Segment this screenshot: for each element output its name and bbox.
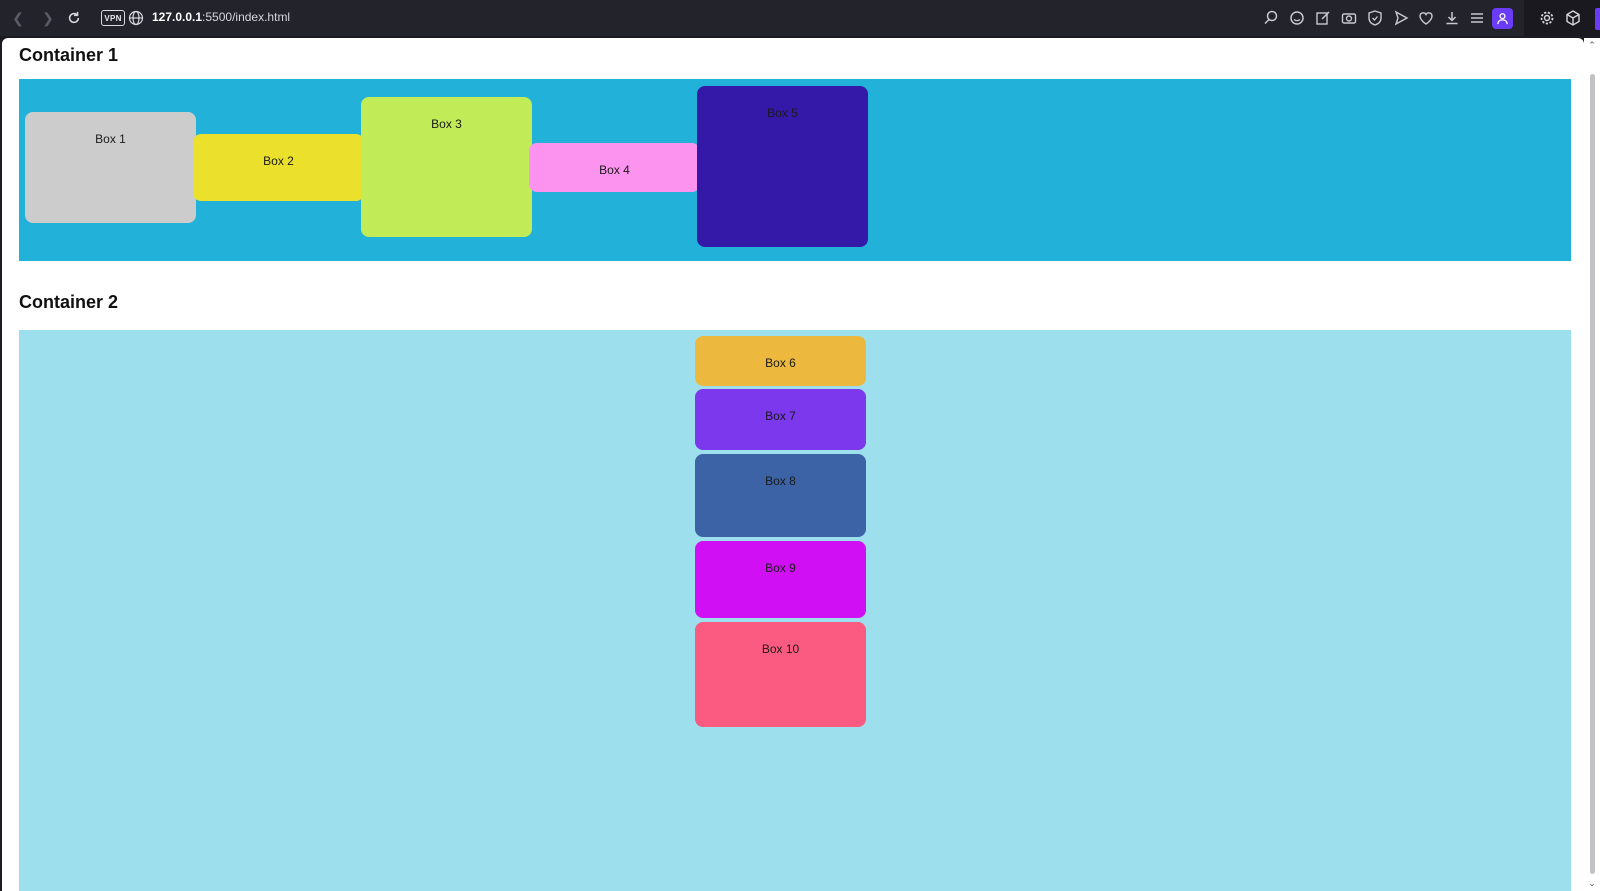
address-bar[interactable]: 127.0.0.1:5500/index.html [152, 10, 290, 24]
emoji-icon[interactable] [1288, 9, 1306, 27]
box-7: Box 7 [695, 389, 866, 450]
profile-icon [1497, 13, 1508, 25]
container2-title: Container 2 [19, 292, 119, 312]
extensions-panel [1524, 0, 1600, 36]
container1-title: Container 1 [19, 45, 119, 65]
box-4: Box 4 [529, 143, 700, 192]
cube-icon[interactable] [1564, 9, 1582, 27]
heart-icon[interactable] [1417, 9, 1435, 27]
container-1: Box 1 Box 2 Box 3 Box 4 Box 5 [19, 79, 1571, 261]
vertical-scrollbar[interactable]: ⌃ ⌄ [1584, 38, 1600, 891]
box-8: Box 8 [695, 454, 866, 537]
scroll-thumb[interactable] [1590, 74, 1595, 874]
forward-button[interactable]: ❯ [38, 8, 58, 28]
scroll-up-icon[interactable]: ⌃ [1587, 40, 1597, 50]
url-host: 127.0.0.1 [152, 10, 203, 24]
box-1: Box 1 [25, 112, 196, 223]
download-icon[interactable] [1443, 9, 1461, 27]
shield-icon[interactable] [1366, 9, 1384, 27]
box-9: Box 9 [695, 541, 866, 618]
profile-button[interactable] [1492, 8, 1513, 29]
sidebar-accent [1595, 8, 1600, 30]
box-6: Box 6 [695, 336, 866, 386]
reload-icon [68, 11, 80, 24]
reload-button[interactable] [64, 8, 84, 28]
browser-toolbar: ❮ ❯ VPN 127.0.0.1:5500/index.html [0, 0, 1600, 36]
page-viewport: Container 1 Box 1 Box 2 Box 3 Box 4 Box … [2, 38, 1584, 891]
url-path: :5500/index.html [202, 10, 291, 24]
camera-icon[interactable] [1340, 9, 1358, 27]
search-icon[interactable] [1262, 9, 1280, 27]
box-10: Box 10 [695, 622, 866, 727]
menu-icon[interactable] [1468, 9, 1486, 27]
edit-icon[interactable] [1314, 9, 1332, 27]
send-icon[interactable] [1392, 9, 1410, 27]
box-5: Box 5 [697, 86, 868, 247]
globe-icon [128, 10, 144, 26]
container-2: Box 6 Box 7 Box 8 Box 9 Box 10 [19, 330, 1571, 891]
scroll-down-icon[interactable]: ⌄ [1587, 878, 1597, 888]
box-2: Box 2 [193, 134, 364, 201]
vpn-badge[interactable]: VPN [101, 10, 125, 26]
settings-icon[interactable] [1538, 9, 1556, 27]
box-3: Box 3 [361, 97, 532, 237]
back-button[interactable]: ❮ [8, 8, 28, 28]
